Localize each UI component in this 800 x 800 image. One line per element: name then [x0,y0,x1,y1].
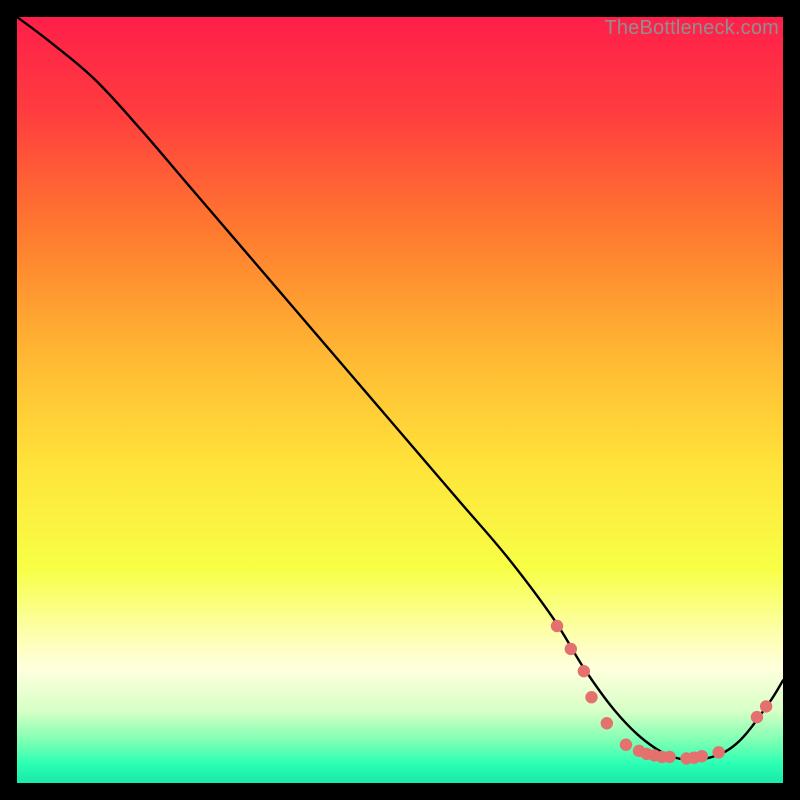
highlight-point [578,665,590,677]
highlight-point [760,700,772,712]
watermark-text: TheBottleneck.com [604,17,779,40]
chart-frame: TheBottleneck.com [17,17,783,783]
highlight-point [663,751,675,763]
gradient-background [17,17,783,783]
highlight-point [712,746,724,758]
highlight-point [601,717,613,729]
highlight-point [565,643,577,655]
highlight-point [696,750,708,762]
highlight-point [751,711,763,723]
highlight-point [620,739,632,751]
highlight-point [551,620,563,632]
highlight-point [585,691,597,703]
chart-canvas [17,17,783,783]
